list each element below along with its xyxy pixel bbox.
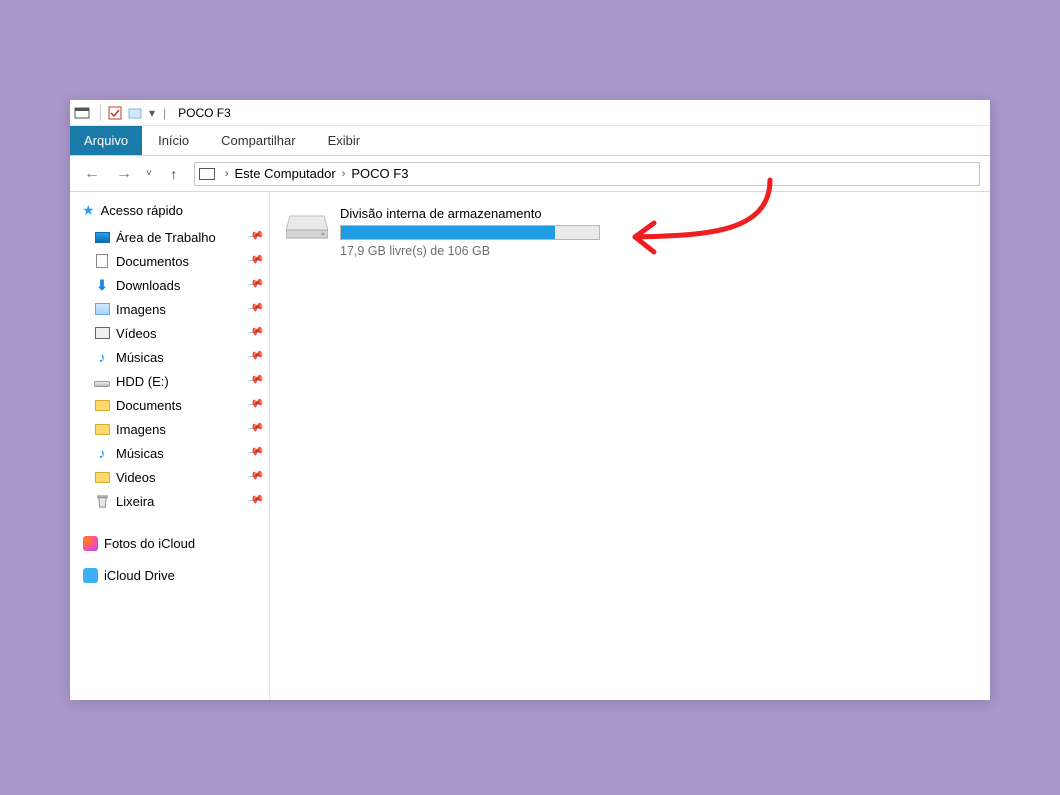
recycle-icon: [94, 493, 110, 509]
sidebar-item-label: Documents: [116, 398, 182, 413]
sidebar-item-label: Videos: [116, 470, 156, 485]
sidebar-item-documents[interactable]: Documentos 📌: [94, 249, 265, 273]
body: ★ Acesso rápido Área de Trabalho 📌 Docum…: [70, 192, 990, 700]
breadcrumb-leaf[interactable]: POCO F3: [351, 166, 408, 181]
document-icon: [94, 253, 110, 269]
pin-icon: 📌: [247, 226, 265, 244]
sidebar-item-label: HDD (E:): [116, 374, 169, 389]
quick-access-icon[interactable]: [74, 105, 90, 121]
sidebar-item-label: Músicas: [116, 350, 164, 365]
desktop-icon: [94, 229, 110, 245]
title-separator: |: [163, 106, 166, 120]
tab-home[interactable]: Início: [142, 126, 205, 155]
sidebar-item-hdd[interactable]: HDD (E:) 📌: [94, 369, 265, 393]
sidebar-item-label: Imagens: [116, 422, 166, 437]
qat-separator: [100, 105, 101, 121]
qat-dropdown-icon[interactable]: ▾: [147, 106, 157, 120]
pin-icon: 📌: [247, 490, 265, 508]
sidebar-item-desktop[interactable]: Área de Trabalho 📌: [94, 225, 265, 249]
pin-icon: 📌: [247, 346, 265, 364]
window-title: POCO F3: [178, 106, 231, 120]
pin-icon: 📌: [247, 370, 265, 388]
address-bar[interactable]: › Este Computador › POCO F3: [194, 162, 980, 186]
sidebar-item-label: Vídeos: [116, 326, 156, 341]
icloud-photos-icon: [82, 535, 98, 551]
sidebar-item-music[interactable]: ♪ Músicas 📌: [94, 345, 265, 369]
forward-button[interactable]: →: [112, 162, 136, 186]
pin-icon: 📌: [247, 298, 265, 316]
sidebar-item-label: Imagens: [116, 302, 166, 317]
star-icon: ★: [82, 202, 95, 219]
tab-file[interactable]: Arquivo: [70, 126, 142, 155]
pin-icon: 📌: [247, 322, 265, 340]
drive-subtitle: 17,9 GB livre(s) de 106 GB: [340, 244, 706, 258]
images-icon: [94, 301, 110, 317]
drive-info: Divisão interna de armazenamento 17,9 GB…: [340, 206, 706, 258]
sidebar-item-videos[interactable]: Vídeos 📌: [94, 321, 265, 345]
pin-icon: 📌: [247, 466, 265, 484]
sidebar-item-documents2[interactable]: Documents 📌: [94, 393, 265, 417]
up-button[interactable]: ↑: [162, 162, 186, 186]
nav-row: ← → ˅ ↑ › Este Computador › POCO F3: [70, 156, 990, 192]
sidebar-item-label: Área de Trabalho: [116, 230, 216, 245]
sidebar-item-downloads[interactable]: ⬇ Downloads 📌: [94, 273, 265, 297]
sidebar-item-recycle[interactable]: Lixeira 📌: [94, 489, 265, 513]
music-icon: ♪: [94, 445, 110, 461]
sidebar-item-icloud-photos[interactable]: Fotos do iCloud: [82, 531, 265, 555]
properties-icon[interactable]: [107, 105, 123, 121]
new-folder-icon[interactable]: [127, 105, 143, 121]
pin-icon: 📌: [247, 250, 265, 268]
breadcrumb-separator: ›: [221, 168, 233, 180]
tab-view[interactable]: Exibir: [312, 126, 377, 155]
explorer-window: ▾ | POCO F3 Arquivo Início Compartilhar …: [70, 100, 990, 700]
pin-icon: 📌: [247, 442, 265, 460]
back-button[interactable]: ←: [80, 162, 104, 186]
sidebar-item-music2[interactable]: ♪ Músicas 📌: [94, 441, 265, 465]
quick-access-label: Acesso rápido: [101, 203, 183, 218]
pin-icon: 📌: [247, 394, 265, 412]
drive-title: Divisão interna de armazenamento: [340, 206, 706, 221]
sidebar-item-label: Músicas: [116, 446, 164, 461]
folder-icon: [94, 469, 110, 485]
titlebar: ▾ | POCO F3: [70, 100, 990, 126]
hdd-icon: [94, 373, 110, 389]
computer-icon: [199, 168, 215, 180]
ribbon-tabs: Arquivo Início Compartilhar Exibir: [70, 126, 990, 156]
drive-capacity-fill: [341, 226, 555, 239]
download-icon: ⬇: [94, 277, 110, 293]
content-pane[interactable]: Divisão interna de armazenamento 17,9 GB…: [270, 192, 990, 700]
sidebar-item-label: Lixeira: [116, 494, 154, 509]
video-icon: [94, 325, 110, 341]
folder-icon: [94, 397, 110, 413]
recent-dropdown-icon[interactable]: ˅: [144, 168, 154, 179]
pin-icon: 📌: [247, 274, 265, 292]
quick-access-header[interactable]: ★ Acesso rápido: [82, 202, 265, 219]
breadcrumb-separator: ›: [338, 168, 350, 180]
drive-icon: [286, 212, 328, 240]
drive-item-internal-storage[interactable]: Divisão interna de armazenamento 17,9 GB…: [286, 206, 706, 258]
sidebar-item-label: Documentos: [116, 254, 189, 269]
sidebar-item-icloud-drive[interactable]: iCloud Drive: [82, 563, 265, 587]
icloud-drive-icon: [82, 567, 98, 583]
music-icon: ♪: [94, 349, 110, 365]
tab-share[interactable]: Compartilhar: [205, 126, 311, 155]
sidebar-item-videos2[interactable]: Videos 📌: [94, 465, 265, 489]
pin-icon: 📌: [247, 418, 265, 436]
sidebar-item-images2[interactable]: Imagens 📌: [94, 417, 265, 441]
sidebar-item-label: iCloud Drive: [104, 568, 175, 583]
breadcrumb-root[interactable]: Este Computador: [235, 166, 336, 181]
folder-icon: [94, 421, 110, 437]
sidebar: ★ Acesso rápido Área de Trabalho 📌 Docum…: [70, 192, 270, 700]
drive-capacity-bar: [340, 225, 600, 240]
sidebar-item-label: Downloads: [116, 278, 180, 293]
sidebar-item-label: Fotos do iCloud: [104, 536, 195, 551]
sidebar-item-images[interactable]: Imagens 📌: [94, 297, 265, 321]
